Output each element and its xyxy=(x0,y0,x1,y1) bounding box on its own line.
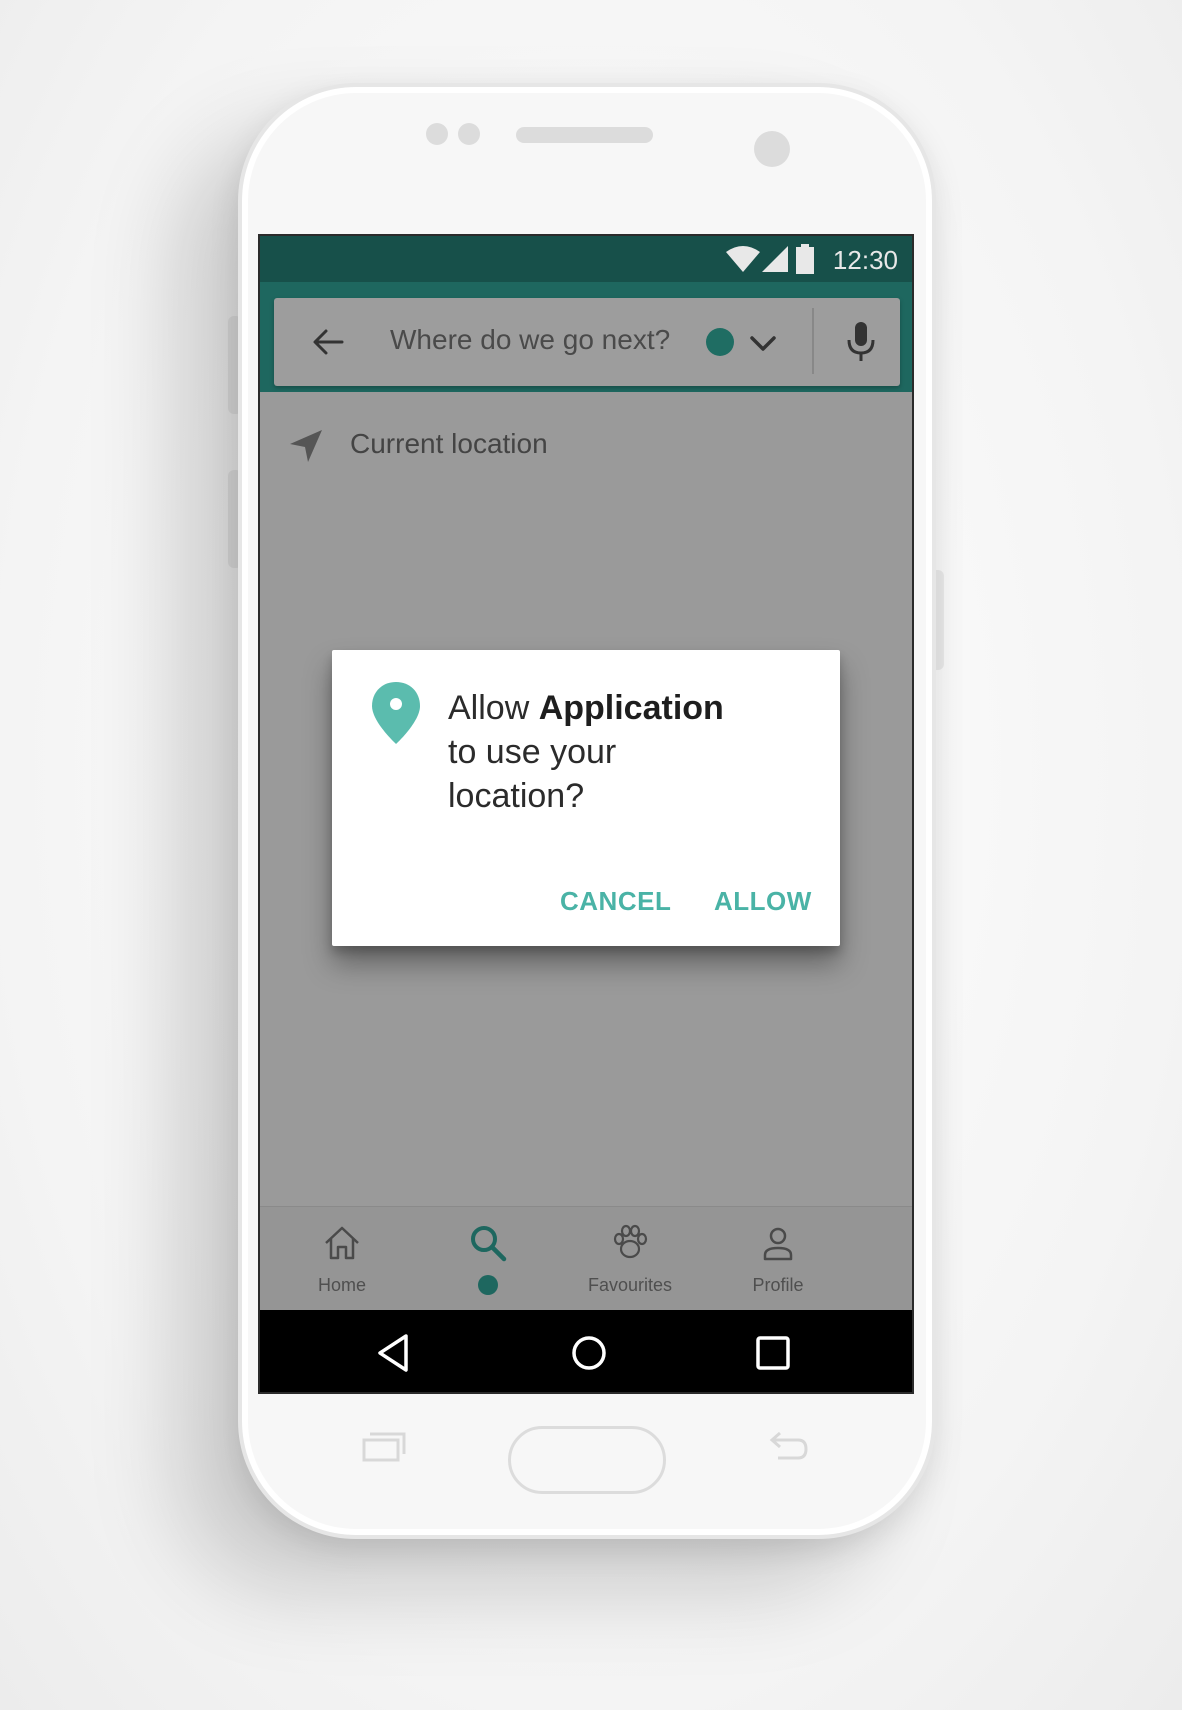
recents-square-icon[interactable] xyxy=(752,1332,794,1374)
phone-screen: 12:30 Where do we go next? Current locat… xyxy=(258,234,914,1394)
sensor-dot xyxy=(426,123,448,145)
hardware-back-icon xyxy=(769,1431,808,1460)
current-location-label: Current location xyxy=(350,428,548,459)
nav-label-favourites: Favourites xyxy=(587,1275,673,1295)
hardware-recents-icon xyxy=(362,1432,406,1462)
nav-item-home[interactable]: Home xyxy=(260,1207,424,1311)
search-input[interactable]: Where do we go next? xyxy=(390,324,670,356)
nav-label-profile: Profile xyxy=(752,1275,804,1295)
search-divider xyxy=(812,308,814,374)
microphone-icon[interactable] xyxy=(844,320,878,362)
search-bar[interactable]: Where do we go next? xyxy=(274,298,900,386)
nav-item-search[interactable] xyxy=(406,1207,570,1311)
battery-icon xyxy=(796,244,814,274)
status-time: 12:30 xyxy=(832,245,898,275)
signal-icon xyxy=(762,246,788,272)
back-arrow-icon[interactable] xyxy=(310,324,346,360)
location-permission-dialog: Allow Application to use your location? … xyxy=(332,650,840,946)
cancel-button[interactable]: CANCEL xyxy=(560,886,671,917)
nav-item-profile[interactable]: Profile xyxy=(696,1207,860,1311)
search-icon xyxy=(471,1226,507,1262)
wifi-icon xyxy=(726,246,760,272)
location-pin-icon xyxy=(372,682,420,744)
dialog-message: Allow Application to use your location? xyxy=(448,686,808,818)
status-bar: 12:30 xyxy=(260,236,912,282)
back-triangle-icon[interactable] xyxy=(374,1332,416,1374)
globe-icon[interactable] xyxy=(706,328,734,356)
earpiece-speaker xyxy=(516,127,653,143)
chevron-down-icon[interactable] xyxy=(748,328,778,358)
navigation-arrow-icon xyxy=(290,430,322,462)
bottom-navigation: Home Favourites Profile xyxy=(260,1206,912,1311)
nav-item-favourites[interactable]: Favourites xyxy=(548,1207,712,1311)
hardware-home-button xyxy=(508,1426,666,1494)
allow-button[interactable]: ALLOW xyxy=(714,886,812,917)
home-icon xyxy=(325,1226,359,1260)
dialog-line-3: location? xyxy=(448,777,585,815)
system-navigation-bar xyxy=(260,1310,912,1392)
home-circle-icon[interactable] xyxy=(568,1332,610,1374)
dialog-line-2: to use your xyxy=(448,733,617,771)
sensor-dot xyxy=(458,123,480,145)
active-indicator-dot xyxy=(478,1275,498,1295)
dialog-prefix: Allow xyxy=(448,689,539,727)
dialog-app-name: Application xyxy=(538,689,724,727)
person-icon xyxy=(763,1227,793,1261)
front-camera xyxy=(754,131,790,167)
paw-icon xyxy=(613,1224,648,1259)
current-location-item[interactable]: Current location xyxy=(288,428,688,468)
nav-label-home: Home xyxy=(317,1275,366,1295)
